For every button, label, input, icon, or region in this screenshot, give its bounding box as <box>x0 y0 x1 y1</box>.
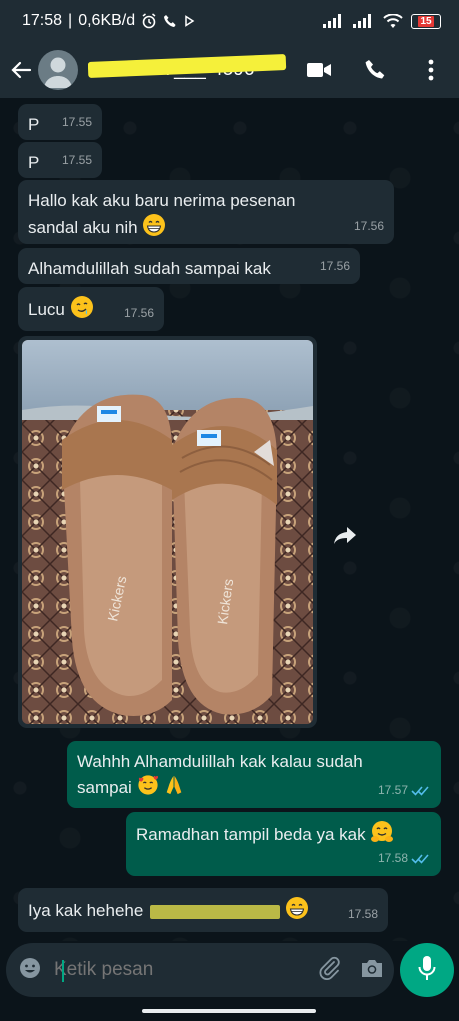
sandals-photo[interactable]: Kickers Kickers <box>22 340 313 724</box>
message-input[interactable] <box>54 950 318 990</box>
message-bubble[interactable]: Lucu 17.56 <box>18 287 164 331</box>
chat-header: +62 822-7___-4596 <box>0 42 459 98</box>
message-time: 17.55 <box>61 115 92 129</box>
read-receipt-icon <box>411 785 431 797</box>
home-indicator[interactable] <box>142 1009 316 1013</box>
smiling-hearts-icon <box>137 774 159 803</box>
status-bar: 17:58 | 0,6KB/d 15 <box>0 0 459 42</box>
message-bubble[interactable]: P 17.55 <box>18 104 102 140</box>
call-status-icon <box>163 14 177 28</box>
chat-area[interactable]: P 17.55 P 17.55 Hallo kak aku baru nerim… <box>0 98 459 941</box>
wifi-icon <box>383 13 403 29</box>
back-arrow-icon[interactable] <box>4 42 38 98</box>
message-text: Ramadhan tampil beda ya kak <box>136 824 366 844</box>
message-bubble-outgoing[interactable]: Ramadhan tampil beda ya kak 17.58 <box>126 812 441 876</box>
grinning-face-icon <box>142 213 166 244</box>
status-separator: | <box>68 12 73 29</box>
network-speed: 0,6KB/d <box>78 12 136 29</box>
message-text: P <box>28 153 40 172</box>
message-time-text: 17.57 <box>377 783 408 797</box>
message-text: Lucu <box>28 299 65 319</box>
message-bubble[interactable]: P 17.55 <box>18 142 102 178</box>
mic-button[interactable] <box>400 943 454 997</box>
drooling-face-icon <box>70 295 94 326</box>
redaction-mark <box>150 904 281 919</box>
message-time: 17.56 <box>353 219 384 233</box>
message-bubble-outgoing[interactable]: Wahhh Alhamdulillah kak kalau sudah samp… <box>67 741 441 808</box>
message-text-line: sampai <box>77 777 132 797</box>
read-receipt-icon <box>411 853 431 865</box>
emoji-icon[interactable] <box>18 956 42 985</box>
message-time-text: 17.58 <box>377 851 408 865</box>
mic-icon <box>417 955 437 986</box>
message-composer <box>6 943 394 997</box>
message-time: 17.56 <box>123 306 154 320</box>
message-time: 17.55 <box>61 153 92 167</box>
signal-icon-2 <box>353 14 375 28</box>
message-bubble[interactable]: Iya kak hehehe 17.58 <box>18 888 388 932</box>
message-time: 17.58 <box>378 846 431 871</box>
message-time: 17.57 <box>378 778 431 803</box>
message-text-line: Wahhh Alhamdulillah kak kalau sudah <box>77 752 363 771</box>
phone-icon[interactable] <box>347 42 403 98</box>
attach-icon[interactable] <box>318 956 342 985</box>
message-text: Iya kak hehehe <box>28 900 144 920</box>
grinning-face-icon <box>285 896 309 927</box>
message-text-line: Hallo kak aku baru nerima pesenan <box>28 191 296 210</box>
message-time: 17.56 <box>319 259 350 273</box>
more-options-icon[interactable] <box>403 42 459 98</box>
avatar[interactable] <box>38 50 78 90</box>
camera-icon[interactable] <box>360 957 384 984</box>
message-bubble[interactable]: Alhamdulillah sudah sampai kak 17.56 <box>18 248 360 284</box>
message-time: 17.58 <box>347 907 378 921</box>
battery-level: 15 <box>418 15 434 27</box>
signal-icon-1 <box>323 14 345 28</box>
play-notification-icon <box>183 15 195 27</box>
praying-hands-icon <box>163 774 185 803</box>
text-caret <box>62 960 64 982</box>
image-message[interactable]: Kickers Kickers <box>18 336 317 728</box>
message-text: P <box>28 115 40 134</box>
forward-icon[interactable] <box>328 518 362 552</box>
video-call-icon[interactable] <box>291 42 347 98</box>
contact-name-area[interactable]: +62 822-7___-4596 <box>88 52 288 88</box>
message-text: Alhamdulillah sudah sampai kak <box>28 259 271 278</box>
message-bubble[interactable]: Hallo kak aku baru nerima pesenan sandal… <box>18 180 394 244</box>
message-text-line: sandal aku nih <box>28 217 138 237</box>
status-time: 17:58 <box>22 12 63 29</box>
battery-icon: 15 <box>411 13 441 29</box>
alarm-icon <box>141 13 157 29</box>
